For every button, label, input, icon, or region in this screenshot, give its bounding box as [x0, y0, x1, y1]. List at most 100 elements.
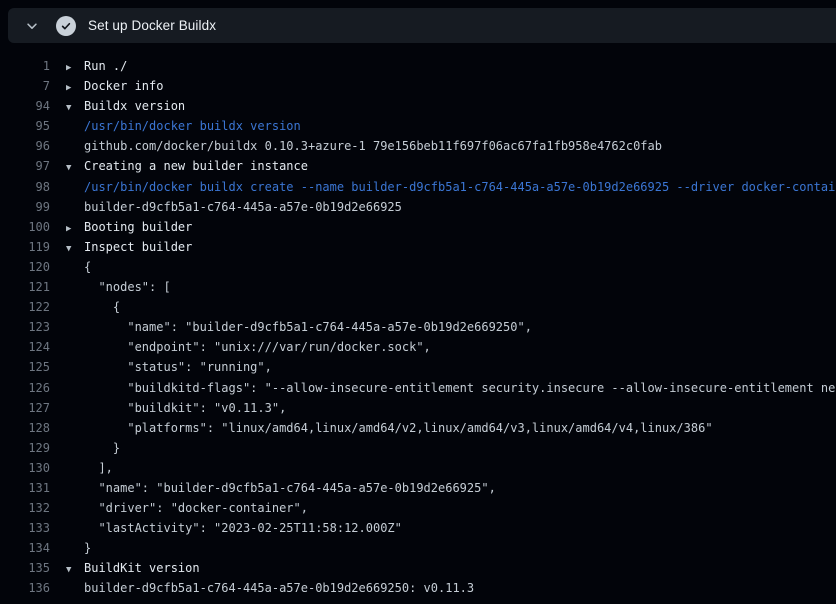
command-text: /usr/bin/docker buildx version	[66, 116, 301, 136]
group-title: Run ./	[84, 59, 127, 73]
log-line: 126 "buildkitd-flags": "--allow-insecure…	[0, 378, 836, 398]
line-number[interactable]: 123	[0, 317, 50, 337]
line-number[interactable]: 121	[0, 277, 50, 297]
chevron-down-icon[interactable]	[22, 16, 42, 36]
log-line: 132 "driver": "docker-container",	[0, 498, 836, 518]
line-number[interactable]: 133	[0, 518, 50, 538]
line-number[interactable]: 95	[0, 116, 50, 136]
log-line: 131 "name": "builder-d9cfb5a1-c764-445a-…	[0, 478, 836, 498]
log-group-toggle[interactable]: ▶Booting builder	[66, 217, 192, 237]
line-number[interactable]: 125	[0, 357, 50, 377]
chevron-down-icon: ▼	[66, 239, 84, 257]
log-line: 135 ▼BuildKit version	[0, 558, 836, 578]
output-text: "status": "running",	[66, 357, 272, 377]
output-text: ],	[66, 458, 113, 478]
line-number[interactable]: 96	[0, 136, 50, 156]
line-number[interactable]: 128	[0, 418, 50, 438]
output-text: builder-d9cfb5a1-c764-445a-a57e-0b19d2e6…	[66, 197, 402, 217]
log: 1▶Run ./7▶Docker info94▼Buildx version95…	[0, 56, 836, 599]
line-number[interactable]: 98	[0, 177, 50, 197]
log-group-toggle[interactable]: ▼Creating a new builder instance	[66, 156, 308, 176]
chevron-down-icon: ▼	[66, 560, 84, 578]
line-number[interactable]: 100	[0, 217, 50, 237]
output-text: "buildkitd-flags": "--allow-insecure-ent…	[66, 378, 836, 398]
log-line: 136 builder-d9cfb5a1-c764-445a-a57e-0b19d…	[0, 578, 836, 598]
line-number[interactable]: 99	[0, 197, 50, 217]
line-number[interactable]: 122	[0, 297, 50, 317]
log-line: 124 "endpoint": "unix:///var/run/docker.…	[0, 337, 836, 357]
output-text: "driver": "docker-container",	[66, 498, 308, 518]
line-number[interactable]: 130	[0, 458, 50, 478]
output-text: }	[66, 538, 91, 558]
log-line: 128 "platforms": "linux/amd64,linux/amd6…	[0, 418, 836, 438]
log-line: 119 ▼Inspect builder	[0, 237, 836, 257]
log-line: 1 ▶Run ./	[0, 56, 836, 76]
log-line: 123 "name": "builder-d9cfb5a1-c764-445a-…	[0, 317, 836, 337]
log-line: 94 ▼Buildx version	[0, 96, 836, 116]
chevron-down-icon: ▼	[66, 158, 84, 176]
line-number[interactable]: 136	[0, 578, 50, 598]
log-line: 96 github.com/docker/buildx 0.10.3+azure-…	[0, 136, 836, 156]
log-group-toggle[interactable]: ▼BuildKit version	[66, 558, 200, 578]
log-group-toggle[interactable]: ▶Run ./	[66, 56, 127, 76]
chevron-down-icon: ▼	[66, 98, 84, 116]
log-line: 125 "status": "running",	[0, 357, 836, 377]
log-line: 133 "lastActivity": "2023-02-25T11:58:12…	[0, 518, 836, 538]
output-text: {	[66, 297, 120, 317]
log-group-toggle[interactable]: ▶Docker info	[66, 76, 163, 96]
line-number[interactable]: 129	[0, 438, 50, 458]
line-number[interactable]: 126	[0, 378, 50, 398]
group-title: Buildx version	[84, 99, 185, 113]
line-number[interactable]: 119	[0, 237, 50, 257]
output-text: github.com/docker/buildx 0.10.3+azure-1 …	[66, 136, 662, 156]
line-number[interactable]: 134	[0, 538, 50, 558]
line-number[interactable]: 94	[0, 96, 50, 116]
line-number[interactable]: 97	[0, 156, 50, 176]
log-line: 97 ▼Creating a new builder instance	[0, 156, 836, 176]
output-text: "lastActivity": "2023-02-25T11:58:12.000…	[66, 518, 402, 538]
line-number[interactable]: 7	[0, 76, 50, 96]
output-text: "platforms": "linux/amd64,linux/amd64/v2…	[66, 418, 713, 438]
command-text: /usr/bin/docker buildx create --name bui…	[66, 177, 836, 197]
log-group-toggle[interactable]: ▼Buildx version	[66, 96, 185, 116]
line-number[interactable]: 1	[0, 56, 50, 76]
line-number[interactable]: 132	[0, 498, 50, 518]
group-title: Booting builder	[84, 220, 192, 234]
output-text: {	[66, 257, 91, 277]
log-line: 130 ],	[0, 458, 836, 478]
group-title: Docker info	[84, 79, 163, 93]
line-number[interactable]: 127	[0, 398, 50, 418]
chevron-right-icon: ▶	[66, 58, 84, 76]
output-text: "name": "builder-d9cfb5a1-c764-445a-a57e…	[66, 478, 496, 498]
log-group-toggle[interactable]: ▼Inspect builder	[66, 237, 192, 257]
output-text: builder-d9cfb5a1-c764-445a-a57e-0b19d2e6…	[66, 578, 474, 598]
log-line: 129 }	[0, 438, 836, 458]
log-line: 127 "buildkit": "v0.11.3",	[0, 398, 836, 418]
log-line: 99 builder-d9cfb5a1-c764-445a-a57e-0b19d2…	[0, 197, 836, 217]
log-line: 98/usr/bin/docker buildx create --name b…	[0, 177, 836, 197]
line-number[interactable]: 120	[0, 257, 50, 277]
output-text: "endpoint": "unix:///var/run/docker.sock…	[66, 337, 431, 357]
step-title: Set up Docker Buildx	[88, 18, 216, 33]
output-text: "nodes": [	[66, 277, 171, 297]
success-check-icon	[56, 16, 76, 36]
step-header[interactable]: Set up Docker Buildx	[8, 8, 836, 43]
group-title: Creating a new builder instance	[84, 159, 308, 173]
group-title: BuildKit version	[84, 561, 200, 575]
line-number[interactable]: 124	[0, 337, 50, 357]
output-text: }	[66, 438, 120, 458]
line-number[interactable]: 135	[0, 558, 50, 578]
log-line: 121 "nodes": [	[0, 277, 836, 297]
line-number[interactable]: 131	[0, 478, 50, 498]
chevron-right-icon: ▶	[66, 78, 84, 96]
log-line: 95/usr/bin/docker buildx version	[0, 116, 836, 136]
chevron-right-icon: ▶	[66, 219, 84, 237]
log-line: 134}	[0, 538, 836, 558]
log-line: 7 ▶Docker info	[0, 76, 836, 96]
output-text: "name": "builder-d9cfb5a1-c764-445a-a57e…	[66, 317, 532, 337]
log-line: 100 ▶Booting builder	[0, 217, 836, 237]
log-line: 122 {	[0, 297, 836, 317]
output-text: "buildkit": "v0.11.3",	[66, 398, 286, 418]
log-line: 120 {	[0, 257, 836, 277]
group-title: Inspect builder	[84, 240, 192, 254]
